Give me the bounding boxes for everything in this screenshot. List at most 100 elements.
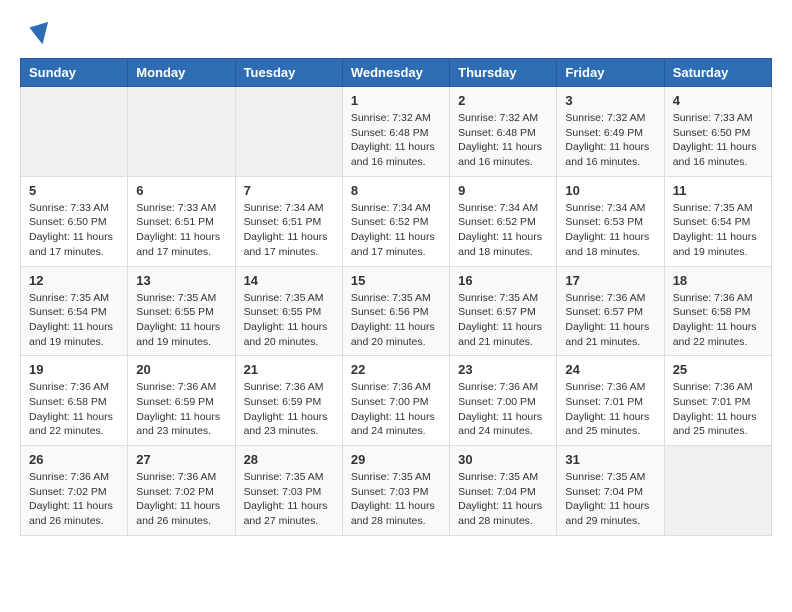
calendar-cell: 4 Sunrise: 7:33 AM Sunset: 6:50 PM Daylig… [664, 87, 771, 177]
day-number: 23 [458, 362, 548, 377]
day-number: 5 [29, 183, 119, 198]
day-info: Sunrise: 7:36 AM Sunset: 6:58 PM Dayligh… [29, 380, 119, 439]
day-info: Sunrise: 7:35 AM Sunset: 6:57 PM Dayligh… [458, 291, 548, 350]
day-number: 11 [673, 183, 763, 198]
day-header-tuesday: Tuesday [235, 59, 342, 87]
day-header-thursday: Thursday [450, 59, 557, 87]
day-info: Sunrise: 7:35 AM Sunset: 6:55 PM Dayligh… [136, 291, 226, 350]
calendar-cell [21, 87, 128, 177]
day-info: Sunrise: 7:32 AM Sunset: 6:48 PM Dayligh… [351, 111, 441, 170]
calendar-cell [235, 87, 342, 177]
day-info: Sunrise: 7:35 AM Sunset: 7:03 PM Dayligh… [244, 470, 334, 529]
days-of-week-row: SundayMondayTuesdayWednesdayThursdayFrid… [21, 59, 772, 87]
day-number: 19 [29, 362, 119, 377]
day-number: 15 [351, 273, 441, 288]
calendar-cell: 2Sunrise: 7:32 AM Sunset: 6:48 PM Daylig… [450, 87, 557, 177]
calendar-cell: 10 Sunrise: 7:34 AM Sunset: 6:53 PM Dayli… [557, 176, 664, 266]
day-number: 27 [136, 452, 226, 467]
day-info: Sunrise: 7:36 AM Sunset: 6:58 PM Dayligh… [673, 291, 763, 350]
day-info: Sunrise: 7:33 AM Sunset: 6:50 PM Dayligh… [673, 111, 763, 170]
calendar-cell: 19 Sunrise: 7:36 AM Sunset: 6:58 PM Dayli… [21, 356, 128, 446]
day-info: Sunrise: 7:35 AM Sunset: 6:56 PM Dayligh… [351, 291, 441, 350]
day-number: 30 [458, 452, 548, 467]
calendar-cell: 23 Sunrise: 7:36 AM Sunset: 7:00 PM Dayli… [450, 356, 557, 446]
day-number: 10 [565, 183, 655, 198]
day-number: 31 [565, 452, 655, 467]
day-number: 3 [565, 93, 655, 108]
day-info: Sunrise: 7:35 AM Sunset: 6:55 PM Dayligh… [244, 291, 334, 350]
day-info: Sunrise: 7:34 AM Sunset: 6:51 PM Dayligh… [244, 201, 334, 260]
calendar-cell: 7Sunrise: 7:34 AM Sunset: 6:51 PM Daylig… [235, 176, 342, 266]
day-number: 4 [673, 93, 763, 108]
day-number: 22 [351, 362, 441, 377]
calendar-cell: 13 Sunrise: 7:35 AM Sunset: 6:55 PM Dayli… [128, 266, 235, 356]
day-number: 2 [458, 93, 548, 108]
day-number: 9 [458, 183, 548, 198]
day-info: Sunrise: 7:34 AM Sunset: 6:53 PM Dayligh… [565, 201, 655, 260]
week-row-4: 19 Sunrise: 7:36 AM Sunset: 6:58 PM Dayli… [21, 356, 772, 446]
day-info: Sunrise: 7:32 AM Sunset: 6:49 PM Dayligh… [565, 111, 655, 170]
calendar-cell: 16Sunrise: 7:35 AM Sunset: 6:57 PM Dayli… [450, 266, 557, 356]
day-number: 21 [244, 362, 334, 377]
day-header-monday: Monday [128, 59, 235, 87]
calendar-cell: 20Sunrise: 7:36 AM Sunset: 6:59 PM Dayli… [128, 356, 235, 446]
day-info: Sunrise: 7:34 AM Sunset: 6:52 PM Dayligh… [351, 201, 441, 260]
day-number: 14 [244, 273, 334, 288]
day-info: Sunrise: 7:36 AM Sunset: 7:01 PM Dayligh… [673, 380, 763, 439]
calendar-cell: 6 Sunrise: 7:33 AM Sunset: 6:51 PM Daylig… [128, 176, 235, 266]
day-info: Sunrise: 7:34 AM Sunset: 6:52 PM Dayligh… [458, 201, 548, 260]
day-number: 28 [244, 452, 334, 467]
day-info: Sunrise: 7:33 AM Sunset: 6:51 PM Dayligh… [136, 201, 226, 260]
day-number: 8 [351, 183, 441, 198]
day-info: Sunrise: 7:36 AM Sunset: 6:57 PM Dayligh… [565, 291, 655, 350]
calendar-cell: 25 Sunrise: 7:36 AM Sunset: 7:01 PM Dayli… [664, 356, 771, 446]
day-info: Sunrise: 7:35 AM Sunset: 7:04 PM Dayligh… [565, 470, 655, 529]
day-number: 6 [136, 183, 226, 198]
day-header-saturday: Saturday [664, 59, 771, 87]
day-info: Sunrise: 7:36 AM Sunset: 7:00 PM Dayligh… [351, 380, 441, 439]
calendar-cell: 8 Sunrise: 7:34 AM Sunset: 6:52 PM Daylig… [342, 176, 449, 266]
day-info: Sunrise: 7:36 AM Sunset: 7:02 PM Dayligh… [136, 470, 226, 529]
day-header-wednesday: Wednesday [342, 59, 449, 87]
calendar-cell [128, 87, 235, 177]
day-number: 1 [351, 93, 441, 108]
calendar-cell: 22 Sunrise: 7:36 AM Sunset: 7:00 PM Dayli… [342, 356, 449, 446]
calendar-cell [664, 446, 771, 536]
calendar-cell: 28 Sunrise: 7:35 AM Sunset: 7:03 PM Dayli… [235, 446, 342, 536]
week-row-2: 5 Sunrise: 7:33 AM Sunset: 6:50 PM Daylig… [21, 176, 772, 266]
calendar-table: SundayMondayTuesdayWednesdayThursdayFrid… [20, 58, 772, 536]
calendar-cell: 5 Sunrise: 7:33 AM Sunset: 6:50 PM Daylig… [21, 176, 128, 266]
calendar-cell: 18 Sunrise: 7:36 AM Sunset: 6:58 PM Dayli… [664, 266, 771, 356]
day-info: Sunrise: 7:36 AM Sunset: 7:02 PM Dayligh… [29, 470, 119, 529]
calendar-cell: 26 Sunrise: 7:36 AM Sunset: 7:02 PM Dayli… [21, 446, 128, 536]
calendar-cell: 9 Sunrise: 7:34 AM Sunset: 6:52 PM Daylig… [450, 176, 557, 266]
calendar-cell: 31 Sunrise: 7:35 AM Sunset: 7:04 PM Dayli… [557, 446, 664, 536]
logo [20, 20, 50, 48]
day-info: Sunrise: 7:36 AM Sunset: 6:59 PM Dayligh… [244, 380, 334, 439]
day-info: Sunrise: 7:33 AM Sunset: 6:50 PM Dayligh… [29, 201, 119, 260]
calendar-cell: 15 Sunrise: 7:35 AM Sunset: 6:56 PM Dayli… [342, 266, 449, 356]
day-number: 18 [673, 273, 763, 288]
calendar-cell: 29 Sunrise: 7:35 AM Sunset: 7:03 PM Dayli… [342, 446, 449, 536]
calendar-cell: 30Sunrise: 7:35 AM Sunset: 7:04 PM Dayli… [450, 446, 557, 536]
calendar-cell: 14 Sunrise: 7:35 AM Sunset: 6:55 PM Dayli… [235, 266, 342, 356]
day-info: Sunrise: 7:36 AM Sunset: 7:00 PM Dayligh… [458, 380, 548, 439]
calendar-header: SundayMondayTuesdayWednesdayThursdayFrid… [21, 59, 772, 87]
day-number: 29 [351, 452, 441, 467]
logo-icon [22, 20, 50, 48]
day-number: 13 [136, 273, 226, 288]
day-number: 12 [29, 273, 119, 288]
day-info: Sunrise: 7:35 AM Sunset: 7:03 PM Dayligh… [351, 470, 441, 529]
calendar-cell: 1 Sunrise: 7:32 AM Sunset: 6:48 PM Daylig… [342, 87, 449, 177]
week-row-5: 26 Sunrise: 7:36 AM Sunset: 7:02 PM Dayli… [21, 446, 772, 536]
week-row-3: 12Sunrise: 7:35 AM Sunset: 6:54 PM Dayli… [21, 266, 772, 356]
page-header [20, 20, 772, 48]
day-info: Sunrise: 7:36 AM Sunset: 6:59 PM Dayligh… [136, 380, 226, 439]
day-number: 26 [29, 452, 119, 467]
day-number: 17 [565, 273, 655, 288]
week-row-1: 1 Sunrise: 7:32 AM Sunset: 6:48 PM Daylig… [21, 87, 772, 177]
calendar-body: 1 Sunrise: 7:32 AM Sunset: 6:48 PM Daylig… [21, 87, 772, 536]
day-info: Sunrise: 7:35 AM Sunset: 6:54 PM Dayligh… [673, 201, 763, 260]
day-info: Sunrise: 7:36 AM Sunset: 7:01 PM Dayligh… [565, 380, 655, 439]
day-number: 25 [673, 362, 763, 377]
